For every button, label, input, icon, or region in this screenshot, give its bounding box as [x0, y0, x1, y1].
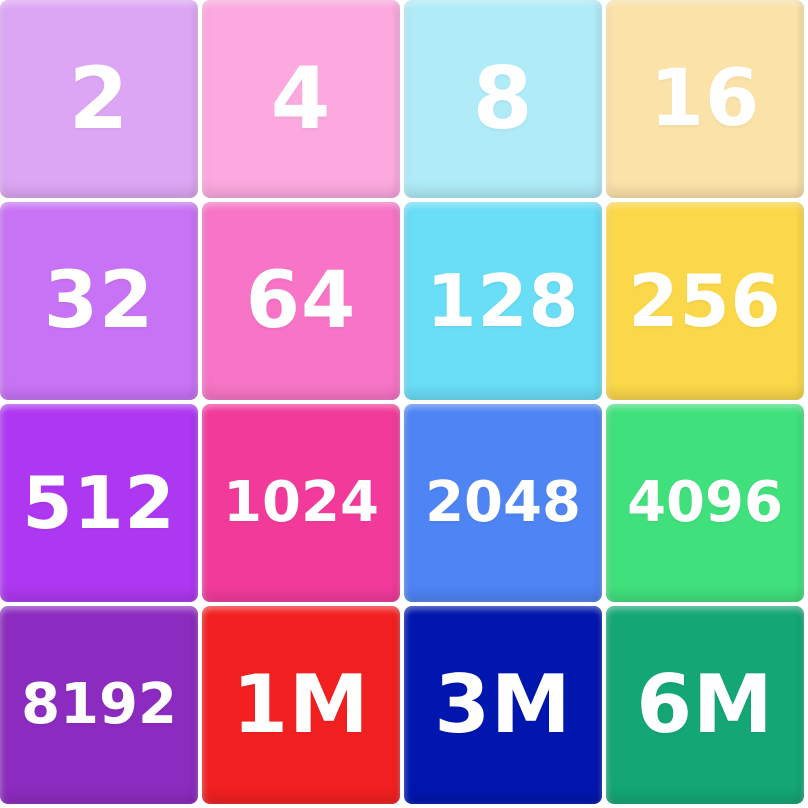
game-board: 2 4 8 16 32 64 128 256 512 1024 2048 409…	[0, 0, 808, 808]
tile-16: 16	[606, 0, 804, 198]
tile-value: 32	[43, 256, 155, 346]
tile-value: 64	[245, 256, 357, 346]
tile-value: 8	[472, 49, 534, 149]
tile-4: 4	[202, 0, 400, 198]
tile-value: 512	[22, 461, 176, 545]
tile-value: 2	[68, 49, 130, 149]
tile-6m: 6M	[606, 606, 804, 804]
tile-value: 6M	[636, 658, 774, 751]
tile-value: 4096	[627, 470, 783, 535]
tile-256: 256	[606, 202, 804, 400]
tile-64: 64	[202, 202, 400, 400]
tile-value: 1024	[223, 470, 379, 535]
tile-value: 16	[649, 54, 761, 144]
tile-1m: 1M	[202, 606, 400, 804]
tile-value: 128	[426, 259, 580, 343]
tile-3m: 3M	[404, 606, 602, 804]
tile-value: 1M	[232, 658, 370, 751]
tile-128: 128	[404, 202, 602, 400]
tile-2: 2	[0, 0, 198, 198]
tile-512: 512	[0, 404, 198, 602]
tile-value: 3M	[434, 658, 572, 751]
tile-value: 256	[628, 259, 782, 343]
tile-32: 32	[0, 202, 198, 400]
tile-value: 8192	[21, 672, 177, 737]
tile-2048: 2048	[404, 404, 602, 602]
tile-1024: 1024	[202, 404, 400, 602]
tile-8: 8	[404, 0, 602, 198]
tile-8192: 8192	[0, 606, 198, 804]
tile-value: 2048	[425, 470, 581, 535]
tile-value: 4	[270, 49, 332, 149]
tile-4096: 4096	[606, 404, 804, 602]
